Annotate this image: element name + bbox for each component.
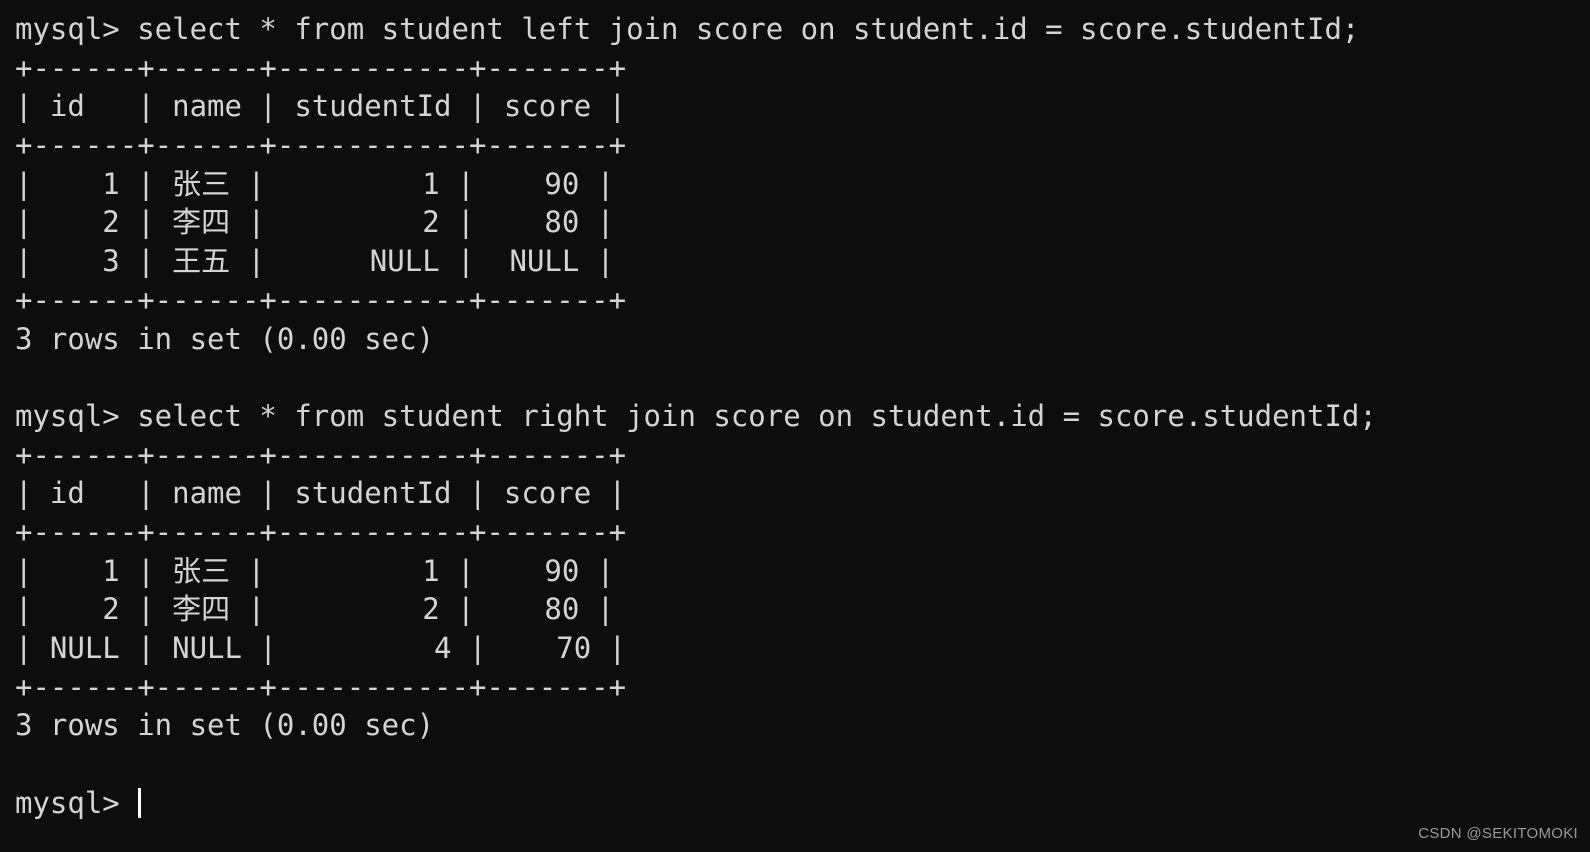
prompt-label: mysql> — [15, 785, 138, 820]
watermark-label: CSDN @SEKITOMOKI — [1418, 825, 1578, 842]
table-separator-header: +------+------+-----------+-------+ — [15, 514, 627, 549]
table-separator-top: +------+------+-----------+-------+ — [15, 50, 627, 85]
terminal-window[interactable]: mysql> select * from student left join s… — [0, 0, 1590, 852]
table-separator-header: +------+------+-----------+-------+ — [15, 128, 627, 163]
table-row: | 1 | 张三 | 1 | 90 | — [15, 166, 615, 201]
table-separator-bottom: +------+------+-----------+-------+ — [15, 282, 627, 317]
table-row: | NULL | NULL | 4 | 70 | — [15, 631, 627, 665]
result-status-line: 3 rows in set (0.00 sec) — [15, 321, 435, 356]
result-status-line: 3 rows in set (0.00 sec) — [15, 708, 435, 743]
table-separator-bottom: +------+------+-----------+-------+ — [15, 669, 627, 704]
table-row: | 2 | 李四 | 2 | 80 | — [15, 592, 615, 627]
command-line-right-join: mysql> select * from student right join … — [15, 398, 1377, 433]
table-header-row: | id | name | studentId | score | — [15, 89, 627, 124]
text-cursor — [138, 787, 142, 818]
command-input-line[interactable]: mysql> — [15, 784, 1590, 823]
table-row: | 3 | 王五 | NULL | NULL | — [15, 244, 615, 279]
table-row: | 2 | 李四 | 2 | 80 | — [15, 205, 615, 240]
command-line-left-join: mysql> select * from student left join s… — [15, 12, 1360, 46]
table-header-row: | id | name | studentId | score | — [15, 476, 627, 511]
table-separator-top: +------+------+-----------+-------+ — [15, 437, 627, 472]
table-row: | 1 | 张三 | 1 | 90 | — [15, 553, 615, 588]
